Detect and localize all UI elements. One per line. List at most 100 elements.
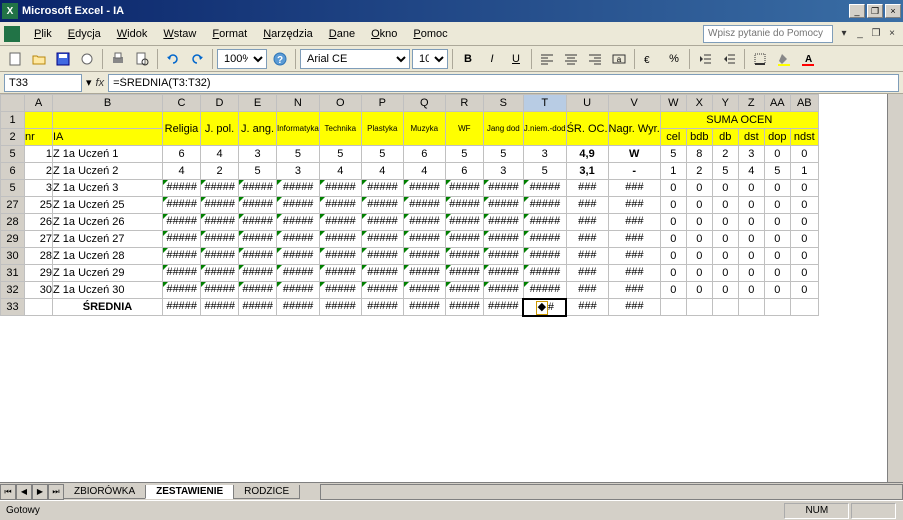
cell-b[interactable]: Z 1a Uczeń 26 xyxy=(53,214,163,231)
cell-hash[interactable]: ##### xyxy=(319,299,361,316)
cell[interactable]: 0 xyxy=(764,265,790,282)
cell[interactable]: 0 xyxy=(790,282,818,299)
cell[interactable] xyxy=(712,299,738,316)
cell[interactable]: 0 xyxy=(790,180,818,197)
cell[interactable]: 3 xyxy=(277,163,320,180)
sheet-tab-rodzice[interactable]: RODZICE xyxy=(233,485,300,499)
cell-hash[interactable]: ##### xyxy=(403,197,445,214)
cell[interactable] xyxy=(660,299,686,316)
cell-hash[interactable]: ##### xyxy=(277,282,320,299)
cell-hash[interactable]: ##### xyxy=(361,299,403,316)
cell[interactable]: 3 xyxy=(523,146,566,163)
header-cell[interactable] xyxy=(25,112,53,129)
cell-hash[interactable]: ### xyxy=(608,299,660,316)
cell-hash[interactable]: ##### xyxy=(277,299,320,316)
cell[interactable]: 0 xyxy=(712,197,738,214)
cell-hash[interactable]: ##### xyxy=(239,265,277,282)
cell-hash[interactable]: ##### xyxy=(523,265,566,282)
font-size-select[interactable]: 10 xyxy=(412,49,448,69)
restore-button[interactable]: ❐ xyxy=(867,4,883,18)
open-button[interactable] xyxy=(28,48,50,70)
cell[interactable] xyxy=(25,299,53,316)
menu-pomoc[interactable]: Pomoc xyxy=(405,26,455,42)
align-left-button[interactable] xyxy=(536,48,558,70)
currency-button[interactable]: € xyxy=(639,48,661,70)
header-cell[interactable]: db xyxy=(712,129,738,146)
cell-hash[interactable]: ##### xyxy=(483,214,523,231)
close-button[interactable]: × xyxy=(885,4,901,18)
cell-avg[interactable]: 4,9 xyxy=(566,146,608,163)
cell-hash[interactable]: ##### xyxy=(483,197,523,214)
cell-hash[interactable]: ##### xyxy=(319,214,361,231)
row-header-29[interactable]: 29 xyxy=(1,231,25,248)
cell[interactable]: 6 xyxy=(163,146,201,163)
header-cell[interactable]: dop xyxy=(764,129,790,146)
cell-hash[interactable]: ##### xyxy=(163,265,201,282)
cell[interactable]: 5 xyxy=(445,146,483,163)
cell-hash[interactable]: ##### xyxy=(163,180,201,197)
header-cell[interactable]: ŚR. OC. xyxy=(566,112,608,146)
cell[interactable]: 4 xyxy=(738,163,764,180)
cell-hash[interactable]: ##### xyxy=(483,231,523,248)
col-header-T[interactable]: T xyxy=(523,95,566,112)
italic-button[interactable]: I xyxy=(481,48,503,70)
row-header-30[interactable]: 30 xyxy=(1,248,25,265)
chevron-down-icon[interactable]: ▾ xyxy=(837,27,851,41)
header-cell[interactable]: J. ang. xyxy=(239,112,277,146)
cell-a[interactable]: 3 xyxy=(25,180,53,197)
cell[interactable]: 0 xyxy=(660,197,686,214)
cell-hash[interactable]: ##### xyxy=(445,180,483,197)
cell-hash[interactable]: ##### xyxy=(201,197,239,214)
header-cell[interactable]: Technika xyxy=(319,112,361,146)
cell[interactable]: 0 xyxy=(790,197,818,214)
cell-b[interactable]: Z 1a Uczeń 30 xyxy=(53,282,163,299)
header-cell[interactable]: Muzyka xyxy=(403,112,445,146)
cell[interactable]: 0 xyxy=(790,265,818,282)
row-header-31[interactable]: 31 xyxy=(1,265,25,282)
cell[interactable]: 0 xyxy=(790,146,818,163)
cell-a[interactable]: 29 xyxy=(25,265,53,282)
cell-hash[interactable]: ### xyxy=(566,231,608,248)
col-header-S[interactable]: S xyxy=(483,95,523,112)
cell[interactable]: 0 xyxy=(686,231,712,248)
dropdown-icon[interactable]: ▾ xyxy=(86,76,92,89)
header-nr[interactable]: nr xyxy=(25,129,53,146)
cell[interactable]: 0 xyxy=(660,214,686,231)
cell[interactable]: 0 xyxy=(764,282,790,299)
cell-hash[interactable]: ##### xyxy=(483,180,523,197)
align-right-button[interactable] xyxy=(584,48,606,70)
corner[interactable] xyxy=(1,95,25,112)
tab-next-button[interactable]: ▶ xyxy=(32,484,48,500)
cell-hash[interactable]: ##### xyxy=(483,282,523,299)
cell-hash[interactable]: ##### xyxy=(483,299,523,316)
cell[interactable]: 4 xyxy=(361,163,403,180)
zoom-select[interactable]: 100% xyxy=(217,49,267,69)
formula-input[interactable] xyxy=(108,74,899,92)
cell-a[interactable]: 27 xyxy=(25,231,53,248)
doc-restore-button[interactable]: ❐ xyxy=(869,27,883,41)
cell[interactable]: 0 xyxy=(660,265,686,282)
cell-hash[interactable]: ### xyxy=(566,214,608,231)
header-cell[interactable]: J.niem.-dod xyxy=(523,112,566,146)
cell[interactable]: 4 xyxy=(319,163,361,180)
cell[interactable]: 0 xyxy=(738,180,764,197)
cell-hash[interactable]: ##### xyxy=(361,197,403,214)
cell[interactable]: 0 xyxy=(660,248,686,265)
sheet-tab-zbiorówka[interactable]: ZBIORÓWKA xyxy=(63,485,146,499)
cell-hash[interactable]: ##### xyxy=(163,197,201,214)
cell[interactable]: 0 xyxy=(790,231,818,248)
cell-b[interactable]: Z 1a Uczeń 1 xyxy=(53,146,163,163)
row-header-27[interactable]: 27 xyxy=(1,197,25,214)
cell[interactable]: 0 xyxy=(738,248,764,265)
cell-hash[interactable]: ### xyxy=(608,214,660,231)
cell-hash[interactable]: ##### xyxy=(445,265,483,282)
cell[interactable]: 5 xyxy=(660,146,686,163)
cell[interactable]: 5 xyxy=(277,146,320,163)
cell-hash[interactable]: ##### xyxy=(201,231,239,248)
col-header-P[interactable]: P xyxy=(361,95,403,112)
cell[interactable]: 2 xyxy=(712,146,738,163)
cell-hash[interactable]: ### xyxy=(566,282,608,299)
cell-hash[interactable]: ##### xyxy=(403,180,445,197)
cell-hash[interactable]: ##### xyxy=(361,214,403,231)
cell[interactable]: 0 xyxy=(686,214,712,231)
